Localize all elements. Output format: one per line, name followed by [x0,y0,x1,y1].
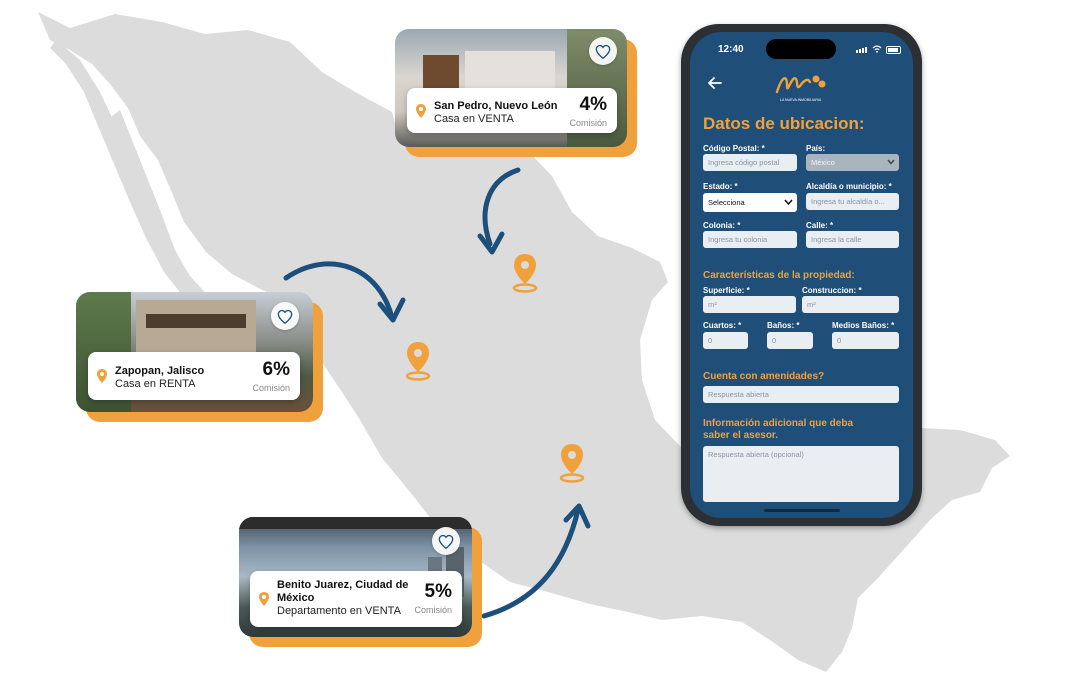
property-location-line-2: México [277,592,315,604]
property-card-benito-juarez[interactable]: Benito Juarez, Ciudad de México Departam… [239,517,482,647]
brand-tagline: LA NUEVA INMOBILIARIA [780,98,822,102]
property-info-box: Zapopan, Jalisco Casa en RENTA 6% Comisi… [88,352,300,400]
street-input[interactable]: Ingresa la calle [806,231,899,248]
municipality-input[interactable]: Ingresa tu alcaldía o... [806,193,899,210]
back-arrow-icon[interactable] [708,77,722,89]
home-indicator [764,509,840,512]
map-pin-icon [416,103,426,118]
property-location-line-1: Benito Juarez, Ciudad de [277,579,409,591]
country-value: México [811,158,835,167]
postal-code-input[interactable]: Ingresa código postal [703,154,797,171]
property-location: San Pedro, Nuevo León [434,100,558,112]
commission-percent: 5% [424,581,452,602]
dynamic-island [766,39,836,59]
map-pin-icon [259,592,269,606]
commission-label: Comisión [569,118,607,128]
colonia-input[interactable]: Ingresa tu colonia [703,231,797,248]
form-title: Datos de ubicacion: [703,114,865,133]
battery-icon [886,46,901,54]
commission-percent: 6% [262,359,290,380]
construction-input[interactable]: m² [802,296,899,313]
brand-logo [775,75,826,94]
commission-label: Comisión [414,605,452,615]
signal-icon [856,47,867,53]
characteristics-title: Características de la propiedad: [703,270,855,281]
state-value: Selecciona [708,198,745,207]
commission-percent: 4% [579,94,607,115]
wifi-icon [872,45,882,53]
municipality-label: Alcaldía o municipio: * [806,182,892,191]
surface-input[interactable]: m² [703,296,796,313]
amenities-input[interactable]: Respuesta abierta [703,386,899,403]
colonia-label: Colonia: * [703,221,741,230]
additional-title-line-2: saber el asesor. [703,430,779,441]
chevron-down-icon [887,159,895,165]
additional-textarea[interactable]: Respuesta abierta (opcional) [703,446,899,502]
street-label: Calle: * [806,221,834,230]
amenities-title: Cuenta con amenidades? [703,371,825,382]
property-card-san-pedro[interactable]: San Pedro, Nuevo León Casa en VENTA 4% C… [395,29,637,157]
rooms-label: Cuartos: * [703,321,742,330]
half-baths-label: Medios Baños: * [832,321,895,330]
rooms-input[interactable]: 0 [703,332,748,349]
state-label: Estado: * [703,182,738,191]
postal-code-label: Código Postal: * [703,144,765,153]
heart-icon [438,534,454,549]
country-select[interactable]: México [806,154,899,171]
favorite-button[interactable] [589,37,617,65]
heart-icon [277,309,293,324]
property-type: Departamento en VENTA [277,605,401,617]
construction-label: Construccion: * [802,286,862,295]
phone-mockup: 12:40 LA NUEVA INMOBILIARIA Datos de ubi… [681,24,922,526]
property-info-box: San Pedro, Nuevo León Casa en VENTA 4% C… [407,88,617,133]
property-type: Casa en RENTA [115,378,196,390]
additional-title-line-1: Información adicional que deba [703,418,854,429]
bathrooms-label: Baños: * [767,321,800,330]
property-type: Casa en VENTA [434,113,514,125]
phone-screen: 12:40 LA NUEVA INMOBILIARIA Datos de ubi… [690,32,913,518]
bathrooms-input[interactable]: 0 [767,332,813,349]
half-baths-input[interactable]: 0 [832,332,899,349]
property-location: Zapopan, Jalisco [115,365,205,377]
map-pin-icon [97,369,107,383]
commission-label: Comisión [252,383,290,393]
surface-label: Superficie: * [703,286,750,295]
property-info-box: Benito Juarez, Ciudad de México Departam… [250,571,462,627]
status-time: 12:40 [718,44,744,55]
favorite-button[interactable] [271,302,299,330]
heart-icon [595,44,611,59]
chevron-down-icon [784,199,793,205]
country-label: País: [806,144,826,153]
state-select[interactable]: Selecciona [703,193,797,212]
property-card-zapopan[interactable]: Zapopan, Jalisco Casa en RENTA 6% Comisi… [76,292,323,422]
favorite-button[interactable] [432,527,460,555]
